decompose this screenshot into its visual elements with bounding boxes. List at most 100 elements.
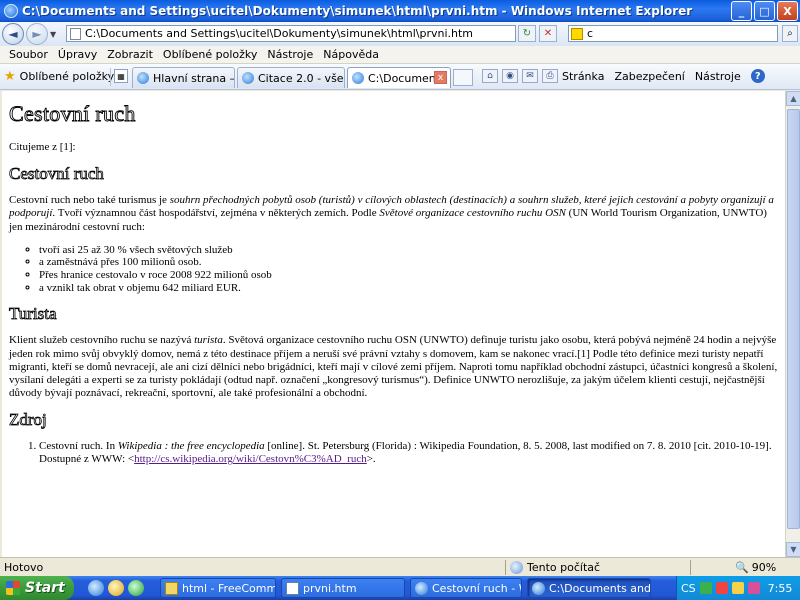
ie-icon — [415, 581, 428, 595]
zoom-level: 90% — [751, 560, 777, 574]
quick-tabs-icon[interactable]: ▦ — [114, 69, 128, 83]
new-tab-button[interactable] — [453, 69, 473, 86]
scroll-up-icon[interactable]: ▲ — [786, 91, 800, 106]
tab-close-icon[interactable]: x — [434, 71, 447, 84]
tabs-bar: ★ Oblíbené položky ▦ Hlavní strana – Wiu… — [0, 64, 800, 90]
app-quicklaunch-icon[interactable] — [128, 580, 144, 596]
task-wikipedia[interactable]: Cestovní ruch - Wikip... — [410, 578, 522, 598]
separator — [110, 68, 111, 86]
url-field[interactable]: C:\Documents and Settings\ucitel\Dokumen… — [66, 25, 516, 42]
zoom-control[interactable]: 🔍 90% — [735, 561, 776, 574]
section-heading-turista: Turista — [9, 304, 57, 324]
forward-button[interactable]: ► — [26, 23, 48, 45]
scroll-thumb[interactable] — [787, 109, 800, 529]
freecommander-icon — [165, 581, 178, 595]
tab-wikipedia[interactable]: Hlavní strana – Wiuk... — [132, 67, 235, 88]
antivirus-icon[interactable] — [715, 582, 728, 594]
menu-file[interactable]: Soubor — [4, 48, 53, 61]
search-input[interactable] — [587, 27, 767, 40]
computer-zone-icon — [510, 560, 523, 574]
history-dropdown-icon[interactable]: ▼ — [50, 30, 60, 39]
separator — [690, 560, 691, 575]
star-icon: ★ — [4, 69, 16, 84]
list-item: Přes hranice cestovalo v roce 2008 922 m… — [39, 269, 778, 282]
window-title: C:\Documents and Settings\ucitel\Dokumen… — [22, 4, 693, 18]
back-button[interactable]: ◄ — [2, 23, 24, 45]
page-menu[interactable]: Stránka — [562, 70, 604, 83]
search-box[interactable] — [568, 25, 778, 42]
page-icon — [70, 27, 81, 40]
maximize-button[interactable]: □ — [754, 1, 775, 21]
ie-page-icon — [352, 72, 364, 84]
security-menu[interactable]: Zabezpečení — [614, 70, 684, 83]
scroll-down-icon[interactable]: ▼ — [786, 542, 800, 557]
task-freecommander[interactable]: html - FreeCommander — [160, 578, 276, 598]
network-icon[interactable] — [699, 582, 712, 594]
menu-favorites[interactable]: Oblíbené položky — [158, 48, 263, 61]
tab-label: Hlavní strana – Wiuk... — [153, 71, 235, 85]
minimize-button[interactable]: _ — [731, 1, 752, 21]
stop-button[interactable]: ✕ — [539, 25, 557, 42]
list-item: tvoří asi 25 až 30 % všech světových slu… — [39, 244, 778, 257]
reference-link[interactable]: http://cs.wikipedia.org/wiki/Cestovn%C3%… — [134, 453, 367, 465]
start-label: Start — [25, 580, 65, 596]
tools-menu[interactable]: Nástroje — [695, 70, 741, 83]
status-text: Hotovo — [4, 560, 44, 574]
taskbar: Start html - FreeCommander prvni.htm Ces… — [0, 576, 800, 600]
url-text: C:\Documents and Settings\ucitel\Dokumen… — [85, 27, 474, 40]
magnifier-icon: 🔍 — [735, 560, 749, 574]
tab-active-document[interactable]: C:\Documents a... x — [347, 67, 451, 88]
app-tray-icon[interactable] — [747, 582, 760, 594]
facts-list: tvoří asi 25 až 30 % všech světových slu… — [9, 244, 778, 295]
ie-icon — [532, 581, 545, 595]
menu-edit[interactable]: Úpravy — [53, 48, 102, 61]
tab-citace[interactable]: Citace 2.0 - vše o ci... — [237, 67, 345, 88]
tab-label: Citace 2.0 - vše o ci... — [258, 71, 344, 85]
vertical-scrollbar[interactable]: ▲ ▼ — [785, 91, 800, 557]
search-provider-icon — [571, 27, 583, 40]
feeds-icon[interactable]: ◉ — [502, 69, 518, 83]
menu-view[interactable]: Zobrazit — [102, 48, 158, 61]
page-title: Cestovní ruch — [9, 101, 136, 127]
windows-logo-icon — [6, 581, 20, 595]
list-item: a vznikl tak obrat v objemu 642 miliard … — [39, 282, 778, 295]
page-content: Cestovní ruch Citujeme z [1]: Cestovní r… — [2, 91, 785, 557]
address-bar: ◄ ► ▼ C:\Documents and Settings\ucitel\D… — [0, 22, 800, 46]
section1-paragraph: Cestovní ruch nebo také turismus je souh… — [9, 194, 774, 233]
help-icon[interactable]: ? — [750, 69, 765, 83]
task-documents[interactable]: C:\Documents and Se... — [527, 578, 651, 598]
references-list: Cestovní ruch. In Wikipedia : the free e… — [9, 440, 778, 466]
section2-paragraph: Klient služeb cestovního ruchu se nazývá… — [9, 334, 778, 400]
status-bar: Hotovo Tento počítač 🔍 90% — [0, 557, 800, 576]
reference-item: Cestovní ruch. In Wikipedia : the free e… — [39, 440, 778, 466]
volume-icon[interactable] — [731, 582, 744, 594]
ie-page-icon — [242, 72, 254, 84]
notepad-icon — [286, 581, 299, 595]
home-icon[interactable]: ⌂ — [482, 69, 498, 83]
print-icon[interactable]: ⎙ — [542, 69, 558, 83]
list-item: a zaměstnává přes 100 milionů osob. — [39, 256, 778, 269]
mail-icon[interactable]: ✉ — [522, 69, 538, 83]
menu-help[interactable]: Nápověda — [318, 48, 384, 61]
separator — [505, 560, 506, 575]
section-heading-cestovni-ruch: Cestovní ruch — [9, 164, 105, 184]
cite-intro: Citujeme z [1]: — [9, 141, 76, 153]
system-tray: CS 7:55 — [676, 576, 800, 600]
title-bar: C:\Documents and Settings\ucitel\Dokumen… — [0, 0, 800, 22]
ie-logo-icon — [4, 4, 18, 18]
menu-tools[interactable]: Nástroje — [262, 48, 318, 61]
folder-quicklaunch-icon[interactable] — [108, 580, 124, 596]
favorites-button[interactable]: ★ Oblíbené položky — [4, 69, 114, 84]
refresh-button[interactable]: ↻ — [518, 25, 536, 42]
ie-quicklaunch-icon[interactable] — [88, 580, 104, 596]
close-button[interactable]: X — [777, 1, 798, 21]
favorites-label: Oblíbené položky — [19, 70, 115, 83]
task-prvni-htm[interactable]: prvni.htm — [281, 578, 405, 598]
start-button[interactable]: Start — [0, 576, 74, 600]
menu-bar: Soubor Úpravy Zobrazit Oblíbené položky … — [0, 46, 800, 64]
language-indicator[interactable]: CS — [681, 582, 696, 595]
clock: 7:55 — [767, 581, 793, 595]
search-go-button[interactable]: ⌕ — [782, 25, 798, 42]
zone-label: Tento počítač — [527, 560, 601, 574]
security-zone: Tento počítač — [510, 560, 601, 574]
